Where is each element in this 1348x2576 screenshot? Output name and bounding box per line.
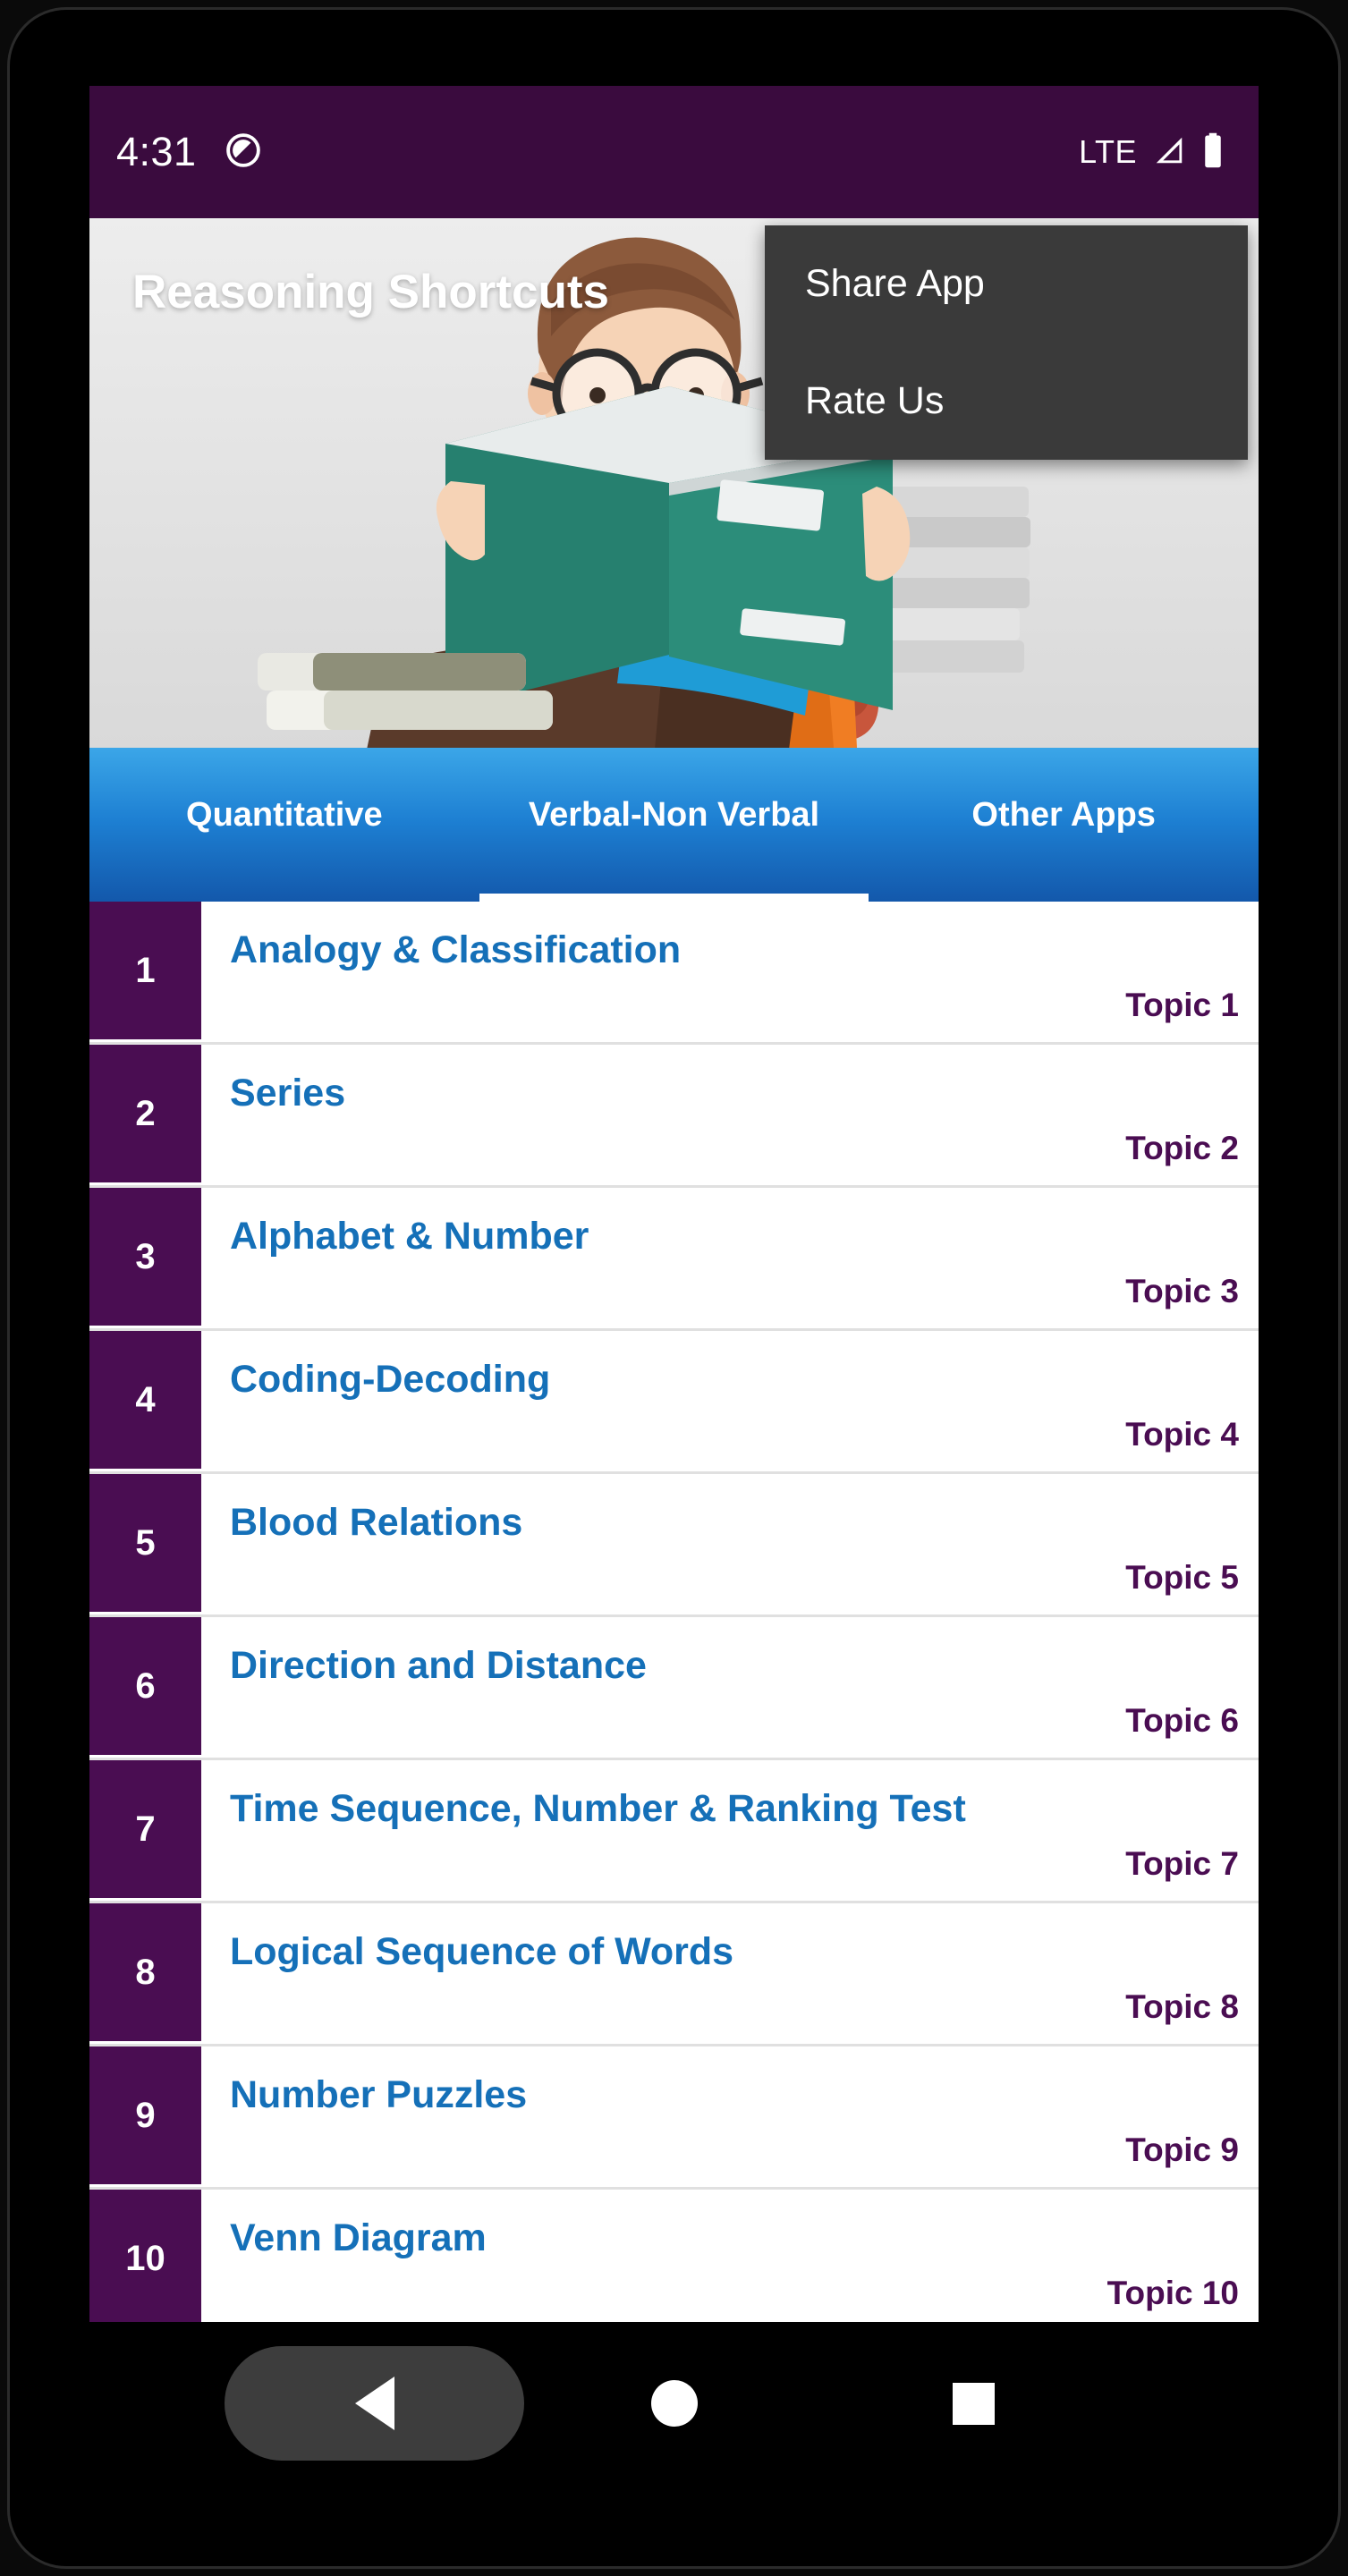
list-item[interactable]: 1 Analogy & Classification Topic 1 [89,902,1259,1045]
tab-bar: Quantitative Verbal-Non Verbal Other App… [89,748,1259,902]
tab-quantitative[interactable]: Quantitative [89,748,479,902]
back-triangle-icon[interactable] [354,2377,394,2430]
list-item-topic: Topic 9 [1125,2131,1239,2168]
list-item-index: 4 [89,1331,201,1471]
list-item-index: 6 [89,1617,201,1758]
list-item-body: Venn Diagram Topic 10 [201,2190,1259,2322]
nav-home-slot[interactable] [524,2380,824,2427]
list-item[interactable]: 8 Logical Sequence of Words Topic 8 [89,1903,1259,2046]
home-circle-icon[interactable] [650,2380,698,2427]
battery-full-icon [1201,131,1225,174]
list-item-body: Logical Sequence of Words Topic 8 [201,1903,1259,2044]
status-bar: 4:31 LTE [89,86,1259,218]
list-item-index: 9 [89,2046,201,2187]
list-item-index: 7 [89,1760,201,1901]
list-item-topic: Topic 6 [1125,1702,1239,1739]
list-item-body: Blood Relations Topic 5 [201,1474,1259,1614]
list-item[interactable]: 4 Coding-Decoding Topic 4 [89,1331,1259,1474]
list-item-body: Number Puzzles Topic 9 [201,2046,1259,2187]
list-item-topic: Topic 8 [1125,1988,1239,2025]
list-item-topic: Topic 7 [1125,1845,1239,1882]
list-item-title: Venn Diagram [230,2216,487,2259]
list-item-topic: Topic 5 [1125,1559,1239,1596]
overflow-menu[interactable]: Share App Rate Us [765,225,1248,460]
menu-item-share-app[interactable]: Share App [765,225,1248,343]
list-item[interactable]: 7 Time Sequence, Number & Ranking Test T… [89,1760,1259,1903]
list-item-topic: Topic 3 [1125,1273,1239,1309]
list-item[interactable]: 2 Series Topic 2 [89,1045,1259,1188]
list-item-title: Coding-Decoding [230,1358,551,1401]
nav-back-slot[interactable] [225,2346,524,2461]
menu-item-rate-us[interactable]: Rate Us [765,343,1248,460]
list-item-title: Time Sequence, Number & Ranking Test [230,1787,966,1830]
list-item-index: 1 [89,902,201,1042]
list-item-body: Coding-Decoding Topic 4 [201,1331,1259,1471]
tab-other-apps[interactable]: Other Apps [869,748,1259,902]
list-item[interactable]: 10 Venn Diagram Topic 10 [89,2190,1259,2322]
list-item-body: Time Sequence, Number & Ranking Test Top… [201,1760,1259,1901]
status-clock: 4:31 [116,129,197,174]
topic-list[interactable]: 1 Analogy & Classification Topic 1 2 Ser… [89,902,1259,2322]
list-item-body: Series Topic 2 [201,1045,1259,1185]
list-item[interactable]: 9 Number Puzzles Topic 9 [89,2046,1259,2190]
list-item-topic: Topic 4 [1125,1416,1239,1453]
list-item-title: Series [230,1072,346,1114]
list-item-title: Analogy & Classification [230,928,682,971]
status-bar-right: LTE [1079,131,1225,174]
status-bar-left: 4:31 [116,129,263,175]
signal-bars-icon [1151,133,1187,172]
list-item-index: 8 [89,1903,201,2044]
list-item-topic: Topic 2 [1125,1130,1239,1166]
app-banner: Reasoning Shortcuts Share App Rate Us [89,218,1259,748]
do-not-disturb-icon [224,131,263,174]
tab-verbal-non-verbal[interactable]: Verbal-Non Verbal [479,748,869,902]
phone-device: 4:31 LTE Reasoning Shortcuts Share App R… [0,0,1348,2576]
list-item-title: Number Puzzles [230,2073,528,2116]
list-item[interactable]: 3 Alphabet & Number Topic 3 [89,1188,1259,1331]
list-item-title: Direction and Distance [230,1644,647,1687]
list-item[interactable]: 5 Blood Relations Topic 5 [89,1474,1259,1617]
list-item-index: 10 [89,2190,201,2322]
phone-screen: 4:31 LTE Reasoning Shortcuts Share App R… [89,86,1259,2322]
recents-square-icon[interactable] [953,2382,995,2425]
nav-recents-slot[interactable] [824,2382,1123,2425]
list-item-title: Blood Relations [230,1501,523,1544]
list-item[interactable]: 6 Direction and Distance Topic 6 [89,1617,1259,1760]
android-navigation-bar [89,2327,1259,2479]
list-item-index: 5 [89,1474,201,1614]
list-item-body: Analogy & Classification Topic 1 [201,902,1259,1042]
network-type-label: LTE [1079,133,1137,170]
nav-back-pill[interactable] [225,2346,524,2461]
list-item-topic: Topic 1 [1125,987,1239,1023]
list-item-title: Alphabet & Number [230,1215,589,1258]
list-item-index: 2 [89,1045,201,1185]
list-item-body: Direction and Distance Topic 6 [201,1617,1259,1758]
list-item-body: Alphabet & Number Topic 3 [201,1188,1259,1328]
page-title: Reasoning Shortcuts [132,266,610,318]
list-item-index: 3 [89,1188,201,1328]
list-item-topic: Topic 10 [1106,2275,1239,2311]
list-item-title: Logical Sequence of Words [230,1930,734,1973]
